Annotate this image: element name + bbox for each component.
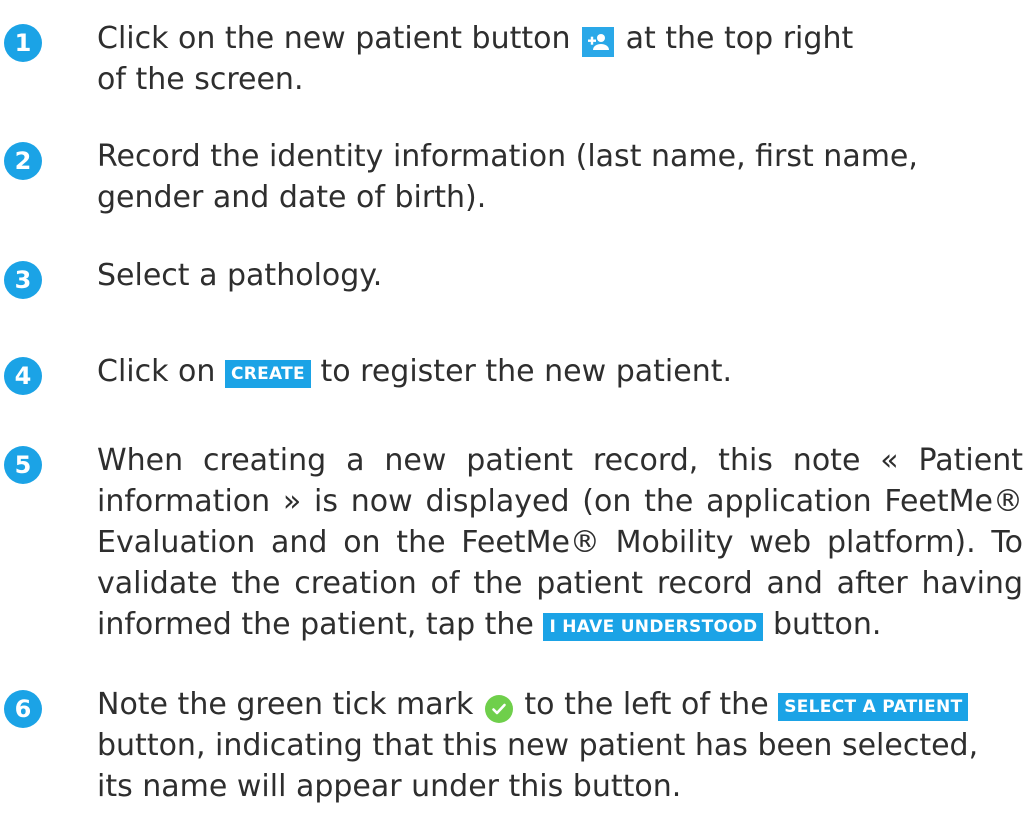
step-text-part: button, indicating that this new patient… — [97, 728, 979, 763]
step-text-part: at the top right — [625, 21, 854, 56]
step-text-part: its name will appear under this button. — [97, 769, 682, 804]
step-text: Select a pathology. — [97, 255, 1023, 296]
i-have-understood-button: I HAVE UNDERSTOOD — [543, 613, 764, 641]
step-text-part: to register the new patient. — [320, 354, 733, 389]
step-text: When creating a new patient record, this… — [97, 440, 1023, 645]
step-number: 1 — [4, 24, 42, 62]
select-a-patient-button: SELECT A PATIENT — [778, 693, 969, 721]
step-text-part: button. — [772, 607, 882, 642]
step-text-part: Record the identity information (last na… — [97, 139, 918, 174]
step-text: Click on the new patient button at the t… — [97, 18, 1023, 100]
step-number: 3 — [4, 261, 42, 299]
step-text-part: gender and date of birth). — [97, 180, 487, 215]
step-number: 5 — [4, 446, 42, 484]
step-text: Click on CREATE to register the new pati… — [97, 351, 1023, 392]
step-text-part: information » is now displayed (on the a… — [97, 484, 1023, 519]
step-text-part: Note the green tick mark — [97, 687, 474, 722]
step-text-part: Click on — [97, 354, 216, 389]
step-text-part: Select a pathology. — [97, 258, 383, 293]
create-button: CREATE — [224, 360, 311, 388]
step-number: 4 — [4, 357, 42, 395]
step-text-part: of the screen. — [97, 62, 304, 97]
step-text-part: When creating a new patient record, this… — [97, 443, 1023, 478]
check-circle-icon — [484, 695, 513, 723]
step-text-part: to the left of the — [524, 687, 769, 722]
step-text: Record the identity information (last na… — [97, 136, 1023, 218]
step-number: 2 — [4, 142, 42, 180]
step-text: Note the green tick mark to the left of … — [97, 684, 1023, 807]
step-text-part: informed the patient, tap the — [97, 607, 534, 642]
step-text-part: validate the creation of the patient rec… — [97, 566, 1023, 601]
step-text-part: Click on the new patient button — [97, 21, 571, 56]
add-person-icon — [582, 27, 615, 57]
step-text-part: Evaluation and on the FeetMe® Mobility w… — [97, 525, 1023, 560]
step-number: 6 — [4, 690, 42, 728]
